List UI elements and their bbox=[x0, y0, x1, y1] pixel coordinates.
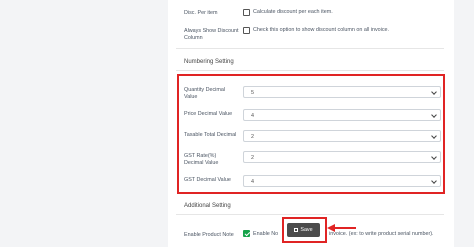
price-decimal-select[interactable]: 4 bbox=[243, 109, 441, 121]
price-decimal-label: Price Decimal Value bbox=[184, 111, 233, 117]
disc-per-item-checkbox[interactable] bbox=[243, 9, 250, 16]
numbering-setting-title: Numbering Setting bbox=[184, 59, 234, 65]
right-gutter bbox=[454, 0, 474, 247]
gst-decimal-label: GST Decimal Value bbox=[184, 177, 231, 183]
save-button-label: Save bbox=[300, 227, 313, 233]
pointer-arrow-shaft bbox=[334, 227, 356, 229]
always-show-discount-checkbox[interactable] bbox=[243, 27, 250, 34]
quantity-decimal-select[interactable]: 5 bbox=[243, 86, 441, 98]
taxable-total-decimal-select[interactable]: 2 bbox=[243, 130, 441, 142]
always-show-discount-text: Check this option to show discount colum… bbox=[253, 27, 390, 33]
chevron-down-icon bbox=[431, 178, 437, 184]
gst-rate-decimal-label: GST Rate(%) Decimal Value bbox=[184, 153, 219, 166]
divider bbox=[176, 70, 444, 71]
disc-per-item-text: Calculate discount per each item. bbox=[253, 9, 333, 15]
taxable-total-decimal-value: 2 bbox=[251, 133, 254, 140]
always-show-discount-label: Always Show Discount Column bbox=[184, 28, 239, 41]
quantity-decimal-value: 5 bbox=[251, 89, 254, 96]
divider bbox=[176, 214, 444, 215]
gst-decimal-select[interactable]: 4 bbox=[243, 175, 441, 187]
left-gutter bbox=[0, 0, 168, 247]
enable-product-note-checkbox[interactable] bbox=[243, 230, 250, 237]
chevron-down-icon bbox=[431, 112, 437, 118]
chevron-down-icon bbox=[431, 133, 437, 139]
gst-decimal-value: 4 bbox=[251, 178, 254, 185]
disc-per-item-label: Disc. Per item bbox=[184, 10, 218, 16]
chevron-down-icon bbox=[431, 89, 437, 95]
enable-product-note-text-start: Enable No bbox=[253, 231, 279, 237]
chevron-down-icon bbox=[431, 154, 437, 160]
pointer-arrow-icon bbox=[327, 223, 335, 232]
floppy-disk-icon bbox=[294, 227, 299, 232]
gst-rate-decimal-select[interactable]: 2 bbox=[243, 151, 441, 163]
enable-product-note-label: Enable Product Note bbox=[184, 232, 234, 238]
gst-rate-decimal-value: 2 bbox=[251, 154, 254, 161]
price-decimal-value: 4 bbox=[251, 112, 254, 119]
enable-product-note-text-end: invoice. (ex: to write product serial nu… bbox=[329, 231, 434, 237]
divider bbox=[176, 48, 444, 49]
additional-setting-title: Additional Setting bbox=[184, 203, 231, 209]
taxable-total-decimal-label: Taxable Total Decimal bbox=[184, 132, 237, 138]
quantity-decimal-label: Quantity Decimal Value bbox=[184, 87, 226, 100]
save-button[interactable]: Save bbox=[287, 223, 320, 237]
